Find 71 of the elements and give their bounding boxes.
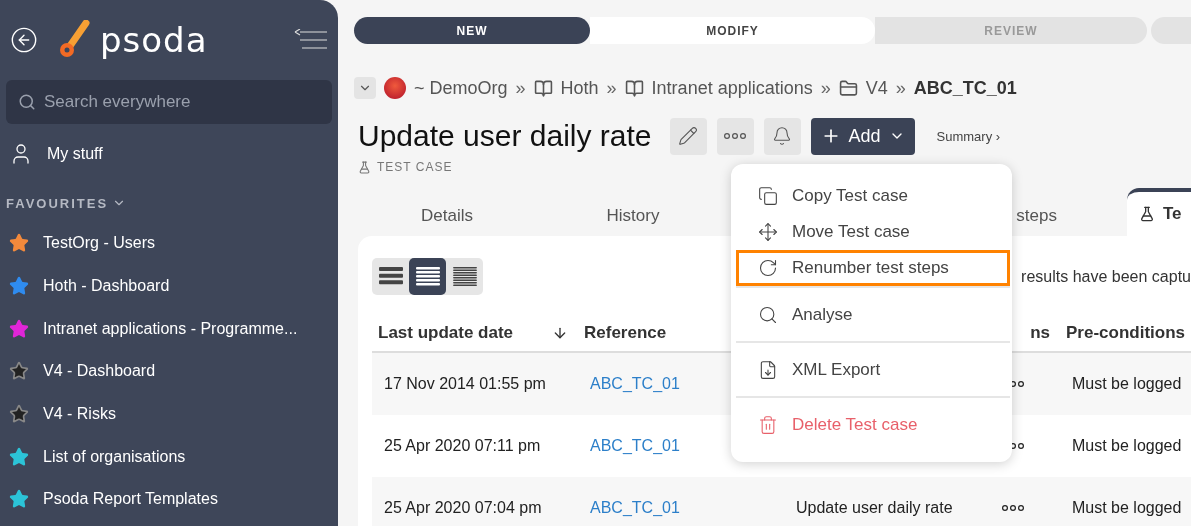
more-button[interactable] — [716, 117, 754, 155]
bell-icon — [772, 126, 792, 146]
breadcrumb-separator: » — [515, 77, 526, 99]
menu-item[interactable]: Renumber test steps — [736, 250, 1010, 286]
breadcrumb-link[interactable]: Hoth — [560, 77, 599, 99]
trash-icon — [758, 414, 778, 435]
collapse-menu-icon[interactable] — [294, 29, 328, 51]
menu-item[interactable]: Analyse — [736, 286, 1010, 341]
tab[interactable]: Te — [1127, 188, 1191, 236]
add-button[interactable]: Add — [810, 117, 915, 155]
favourite-link[interactable]: Psoda Report Templates — [43, 490, 218, 509]
folder-icon — [838, 78, 858, 98]
menu-item[interactable]: XML Export — [736, 341, 1010, 396]
export-icon — [758, 359, 778, 380]
move-icon — [758, 222, 778, 242]
search-icon — [758, 304, 778, 325]
reference-link[interactable]: ABC_TC_01 — [578, 477, 784, 526]
edit-button[interactable] — [669, 117, 707, 155]
renumber-icon — [758, 258, 778, 278]
test-case-icon — [358, 160, 371, 174]
workflow-step[interactable]: MODIFY — [590, 17, 875, 44]
book-icon — [533, 78, 553, 98]
pencil-icon — [678, 126, 698, 146]
breadcrumb-link[interactable]: ~ DemoOrg — [414, 77, 508, 99]
column-header[interactable]: Reference — [584, 323, 667, 343]
search-field[interactable]: Search everywhere — [6, 80, 332, 124]
breadcrumb-separator: » — [606, 77, 617, 99]
copy-icon — [758, 186, 778, 206]
table-cell: Must be logged — [1060, 353, 1191, 415]
sort-icon[interactable] — [552, 325, 568, 341]
table-cell: 17 Nov 2014 01:55 pm — [372, 353, 578, 415]
org-avatar — [384, 77, 406, 99]
favourites-heading[interactable]: FAVOURITES — [6, 195, 109, 211]
test-case-icon — [1139, 206, 1155, 222]
menu-item[interactable]: Move Test case — [736, 214, 1010, 250]
notice-text: results have been captu — [1021, 267, 1191, 286]
my-stuff-link[interactable]: My stuff — [6, 124, 332, 184]
back-icon[interactable] — [10, 26, 38, 54]
favourite-link[interactable]: V4 - Risks — [43, 405, 116, 424]
workflow-step[interactable]: NEW — [354, 17, 590, 44]
logo: psoda — [100, 20, 208, 60]
summary-link[interactable]: Summary › — [936, 128, 1001, 144]
bell-button[interactable] — [763, 117, 801, 155]
favourite-link[interactable]: Intranet applications - Programme... — [43, 319, 298, 338]
tab[interactable]: Details — [354, 196, 540, 236]
tab[interactable]: History — [540, 196, 726, 236]
favourite-link[interactable]: List of organisations — [43, 447, 186, 466]
menu-item[interactable]: Copy Test case — [736, 178, 1010, 214]
book-icon — [624, 78, 644, 98]
table-cell: 25 Apr 2020 07:04 pm — [372, 477, 578, 526]
favourite-link[interactable]: V4 - Dashboard — [43, 362, 156, 381]
breadcrumb-link[interactable]: Intranet applications — [651, 77, 813, 99]
dropdown-toggle[interactable] — [354, 77, 376, 99]
column-header[interactable]: Pre-conditions — [1066, 323, 1185, 343]
table-cell: Must be logged — [1060, 477, 1191, 526]
breadcrumb-separator: » — [820, 77, 831, 99]
breadcrumb-link[interactable]: ABC_TC_01 — [913, 77, 1017, 99]
favourite-link[interactable]: Hoth - Dashboard — [43, 277, 170, 296]
favourite-link[interactable]: TestOrg - Users — [43, 234, 155, 253]
search-icon — [18, 93, 36, 111]
column-header[interactable]: ns — [1030, 323, 1050, 343]
more-icon[interactable] — [1002, 505, 1024, 511]
list-view-icon — [451, 265, 478, 288]
item-type-label: TEST CASE — [377, 160, 453, 174]
column-header[interactable]: Last update date — [378, 323, 514, 343]
view-mode-button[interactable] — [409, 258, 446, 295]
breadcrumb-link[interactable]: V4 — [865, 77, 888, 99]
breadcrumb-separator: » — [895, 77, 906, 99]
page-title: Update user daily rate — [358, 119, 652, 153]
table-cell: Update user daily rate — [796, 499, 953, 517]
list-view-icon — [414, 265, 441, 288]
